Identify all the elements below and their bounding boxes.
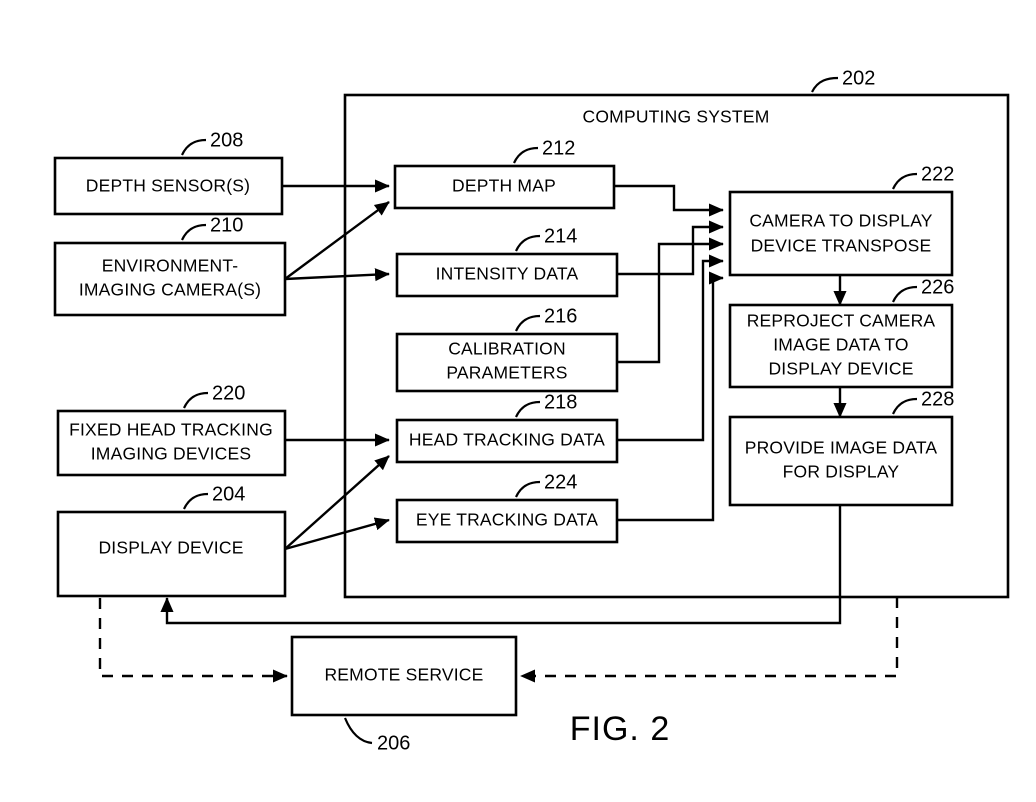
leader-line-204 <box>183 492 209 510</box>
ref-number-220: 220 <box>212 382 245 404</box>
box-calibration-parameters-label-line1: CALIBRATION <box>448 339 566 359</box>
box-head-tracking-data-label: HEAD TRACKING DATA <box>409 430 605 450</box>
box-fixed-head-tracking-label-line2: IMAGING DEVICES <box>91 444 252 464</box>
box-calibration-parameters-label-line2: PARAMETERS <box>446 363 567 383</box>
ref-number-204: 204 <box>212 483 245 505</box>
ref-number-222: 222 <box>921 163 954 185</box>
leader-line-202 <box>811 76 839 93</box>
patent-figure-2: COMPUTING SYSTEM 202 DEPTH SENSOR(S) 208… <box>0 0 1036 802</box>
ref-number-212: 212 <box>542 137 575 159</box>
ref-number-218: 218 <box>544 391 577 413</box>
box-reproject-camera-image-label-line2: IMAGE DATA TO <box>773 335 909 355</box>
box-environment-imaging-camera-label-line2: IMAGING CAMERA(S) <box>79 280 261 300</box>
box-reproject-camera-image-label-line1: REPROJECT CAMERA <box>747 311 936 331</box>
leader-line-208 <box>181 138 207 156</box>
computing-system-title: COMPUTING SYSTEM <box>583 107 770 127</box>
leader-line-216 <box>515 314 541 332</box>
connector-depth-map-to-transpose <box>614 184 724 217</box>
box-provide-image-data-label-line2: FOR DISPLAY <box>783 462 900 482</box>
connector-env-camera-to-intensity-data <box>284 268 390 282</box>
ref-number-224: 224 <box>544 471 577 493</box>
figure-canvas: COMPUTING SYSTEM 202 DEPTH SENSOR(S) 208… <box>53 67 1010 754</box>
box-reproject-camera-image-label-line3: DISPLAY DEVICE <box>768 359 913 379</box>
box-display-device-label: DISPLAY DEVICE <box>98 538 243 558</box>
ref-number-206: 206 <box>377 732 410 754</box>
box-eye-tracking-data-label: EYE TRACKING DATA <box>416 510 598 530</box>
leader-line-218 <box>515 400 541 418</box>
ref-number-210: 210 <box>210 214 243 236</box>
box-provide-image-data-label-line1: PROVIDE IMAGE DATA <box>745 438 938 458</box>
box-fixed-head-tracking-label-line1: FIXED HEAD TRACKING <box>69 420 273 440</box>
connector-env-camera-to-depth-map <box>284 201 390 280</box>
leader-line-210 <box>181 223 207 241</box>
ref-number-202: 202 <box>842 67 875 89</box>
leader-line-212 <box>513 146 539 164</box>
box-camera-to-display-transpose-label-line1: CAMERA TO DISPLAY <box>749 211 932 231</box>
box-environment-imaging-camera-label-line1: ENVIRONMENT- <box>102 256 239 276</box>
figure-caption: FIG. 2 <box>570 710 670 748</box>
leader-line-224 <box>515 480 541 498</box>
leader-line-206 <box>343 717 373 745</box>
connector-eye-tracking-data-to-transpose <box>617 271 724 522</box>
box-intensity-data-label: INTENSITY DATA <box>436 264 579 284</box>
box-camera-to-display-transpose-label-line2: DEVICE TRANSPOSE <box>751 236 932 256</box>
box-depth-map-label: DEPTH MAP <box>452 176 556 196</box>
ref-number-216: 216 <box>544 305 577 327</box>
ref-number-214: 214 <box>544 225 577 247</box>
box-remote-service-label: REMOTE SERVICE <box>324 665 483 685</box>
ref-number-228: 228 <box>921 388 954 410</box>
leader-line-214 <box>515 234 541 252</box>
ref-number-226: 226 <box>921 276 954 298</box>
leader-line-220 <box>183 391 209 409</box>
connector-head-tracking-data-to-transpose <box>617 254 724 442</box>
ref-number-208: 208 <box>210 129 243 151</box>
connector-intensity-data-to-transpose <box>617 220 724 276</box>
leader-line-228 <box>892 397 918 415</box>
box-camera-to-display-transpose[interactable] <box>728 190 954 277</box>
connector-display-device-remote-service-dashed <box>98 598 288 683</box>
leader-line-222 <box>892 172 918 190</box>
leader-line-226 <box>892 285 918 303</box>
box-depth-sensors-label: DEPTH SENSOR(S) <box>86 176 250 196</box>
